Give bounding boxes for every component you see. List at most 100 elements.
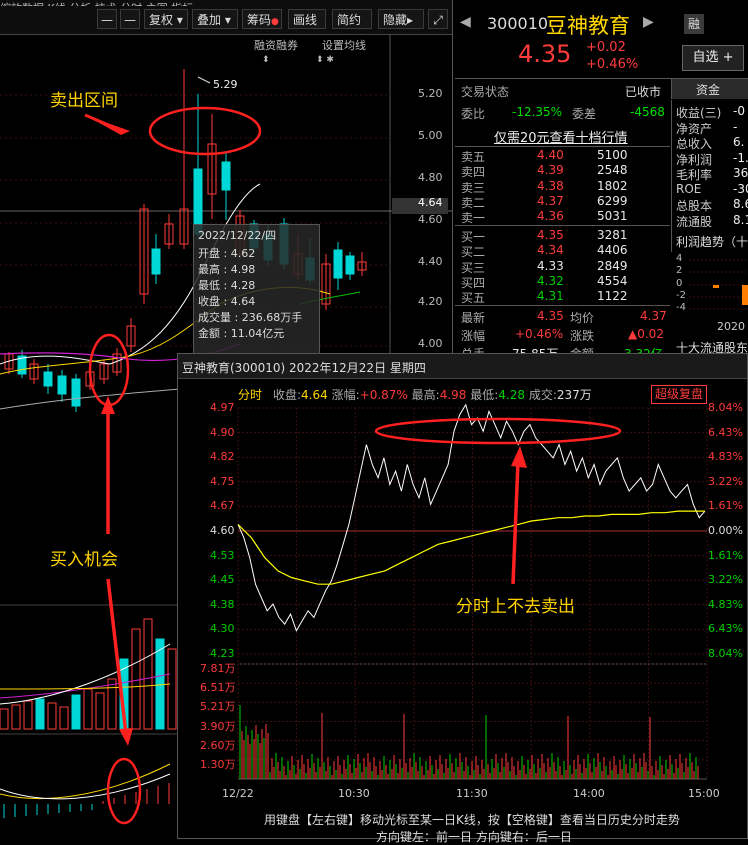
book-level-price: 4.36 — [537, 209, 564, 224]
price-tick: 4.20 — [418, 295, 443, 308]
volume-bar — [0, 708, 9, 730]
latest-label: 最新 — [461, 311, 486, 325]
left-price-tick: 4.97 — [210, 401, 235, 414]
tooltip-row: 收盘 : 4.64 — [198, 293, 315, 309]
tooltip-key: 最高 — [198, 263, 220, 276]
fuquan-button[interactable]: 复权 ▾ — [144, 9, 188, 29]
book-level-volume: 2548 — [597, 163, 628, 178]
candle — [57, 375, 67, 395]
next-arrow-icon[interactable]: ▶ — [643, 14, 654, 30]
right-pct-tick: 8.04% — [708, 401, 743, 414]
tooltip-row: 开盘 : 4.62 — [198, 245, 315, 261]
weibi-value: -12.35% — [512, 105, 563, 119]
profit-tick: 2 — [676, 265, 683, 277]
left-price-tick: 4.90 — [210, 425, 235, 439]
minus-button[interactable]: — — [97, 9, 117, 29]
intraday-popup: 豆神教育(300010) 2022年12月22日 星期四 分时 收盘:4.64 … — [177, 353, 748, 844]
book-level-price: 4.32 — [537, 273, 564, 288]
jianyue-button[interactable]: 简约 — [332, 9, 372, 29]
time-tick: 10:30 — [338, 787, 370, 800]
right-pct-tick: 8.04% — [708, 647, 743, 660]
candle — [221, 161, 231, 191]
chouma-button[interactable]: 筹码● — [242, 9, 282, 29]
fund-value: 8.1 — [733, 212, 748, 227]
volume-bar — [131, 628, 141, 730]
volume-bar — [35, 698, 45, 730]
candle — [333, 249, 343, 279]
right-pct-tick: 4.83% — [708, 450, 743, 464]
volume-bar — [155, 638, 165, 730]
book-level-price: 4.37 — [537, 193, 564, 208]
right-pct-tick: 0.00% — [708, 524, 743, 537]
tooltip-date: 2022/12/22/四 — [198, 229, 277, 242]
tooltip-value: : 236.68万手 — [231, 311, 303, 324]
right-pct-tick: 1.61% — [708, 548, 743, 562]
tooltip-value: : 4.62 — [220, 247, 256, 260]
volume-tick: 1.30万 — [200, 758, 236, 771]
fund-label: 总股本 — [676, 199, 713, 213]
volume-tick: 5.21万 — [200, 700, 236, 714]
book-level-price: 4.40 — [537, 148, 564, 162]
level10-promo-link[interactable]: 仅需20元查看十档行情 — [494, 127, 628, 146]
volume-bar — [47, 702, 57, 730]
profit-trend-title: 利润趋势（十亿 — [676, 235, 748, 249]
tooltip-row: 最高 : 4.98 — [198, 261, 315, 277]
weicha-label: 委差 — [572, 107, 597, 121]
tooltip-key: 成交量 — [198, 311, 231, 324]
price-change-pct: +0.46% — [586, 57, 639, 72]
book-level-price: 4.33 — [537, 258, 564, 273]
footer-hint-keys: 方向键左：前一日 方向键右：后一日 — [376, 830, 572, 844]
book-level-volume: 4406 — [597, 243, 628, 258]
fund-tab[interactable]: 资金 — [671, 79, 748, 99]
fund-label: 净资产 — [676, 121, 713, 136]
left-price-tick: 4.82 — [210, 450, 235, 464]
volume-bar — [71, 694, 81, 730]
footer-hint: 用键盘【左右键】移动光标至某一日K线，按【空格键】查看当日历史分时走势 — [264, 813, 680, 827]
margin-badge: 融 — [684, 14, 704, 34]
avgprice-label: 均价 — [570, 311, 595, 325]
fund-label: 流通股 — [676, 214, 713, 229]
tooltip-row: 最低 : 4.28 — [198, 277, 315, 293]
left-price-tick: 4.30 — [210, 622, 235, 636]
dash-button[interactable]: — — [120, 9, 140, 29]
status-value: 已收市 — [625, 85, 662, 99]
volume-tick: 2.60万 — [200, 738, 236, 752]
divider — [671, 100, 672, 252]
volume-tick: 7.81万 — [200, 662, 236, 675]
price-tick: 4.80 — [418, 171, 443, 184]
fund-label: ROE — [676, 181, 702, 196]
price-tick: 5.20 — [418, 87, 443, 100]
latest-value: 4.35 — [537, 309, 564, 323]
right-pct-tick: 6.43% — [708, 425, 743, 439]
last-price: 4.35 — [518, 40, 572, 68]
book-level-price: 4.39 — [537, 163, 564, 178]
profit-tick: -4 — [676, 302, 686, 314]
diejia-button[interactable]: 叠加 ▾ — [192, 9, 238, 29]
tooltip-row: 金额 : 11.04亿元 — [198, 325, 315, 341]
huaxian-button[interactable]: 画线 — [288, 9, 326, 29]
right-pct-tick: 6.43% — [708, 622, 743, 636]
volume-bar — [167, 648, 177, 730]
yincang-button[interactable]: 隐藏▸ — [378, 9, 424, 29]
time-tick: 11:30 — [456, 787, 488, 800]
add-watch-button[interactable]: 自选 + — [682, 45, 744, 71]
left-price-tick: 4.53 — [210, 548, 235, 562]
fund-label: 净利润 — [676, 152, 713, 167]
chart-toolbar: 缩放数据 K线 分析 技术 分时 主图 指标 — — 复权 ▾ 叠加 ▾ 筹码●… — [0, 0, 452, 35]
price-tick: 4.64 — [418, 196, 443, 209]
tooltip-key: 金额 — [198, 327, 220, 340]
fund-value: -1. — [733, 150, 748, 165]
fund-label: 收益(三) — [676, 106, 722, 120]
volume-tick: 6.51万 — [200, 681, 236, 695]
time-tick: 15:00 — [688, 787, 720, 800]
book-level-label: 买五 — [461, 291, 486, 306]
tooltip-value: : 4.64 — [220, 295, 256, 308]
right-pct-tick: 3.22% — [708, 573, 743, 587]
left-price-tick: 4.45 — [210, 573, 235, 587]
prev-arrow-icon[interactable]: ◀ — [460, 14, 471, 30]
left-price-tick: 4.75 — [210, 474, 235, 488]
fullscreen-icon[interactable]: ⤢ — [428, 9, 448, 29]
chouma-label: 筹码 — [247, 13, 272, 27]
divider — [455, 146, 670, 147]
sell-zone-label: 卖出区间 — [50, 91, 118, 111]
